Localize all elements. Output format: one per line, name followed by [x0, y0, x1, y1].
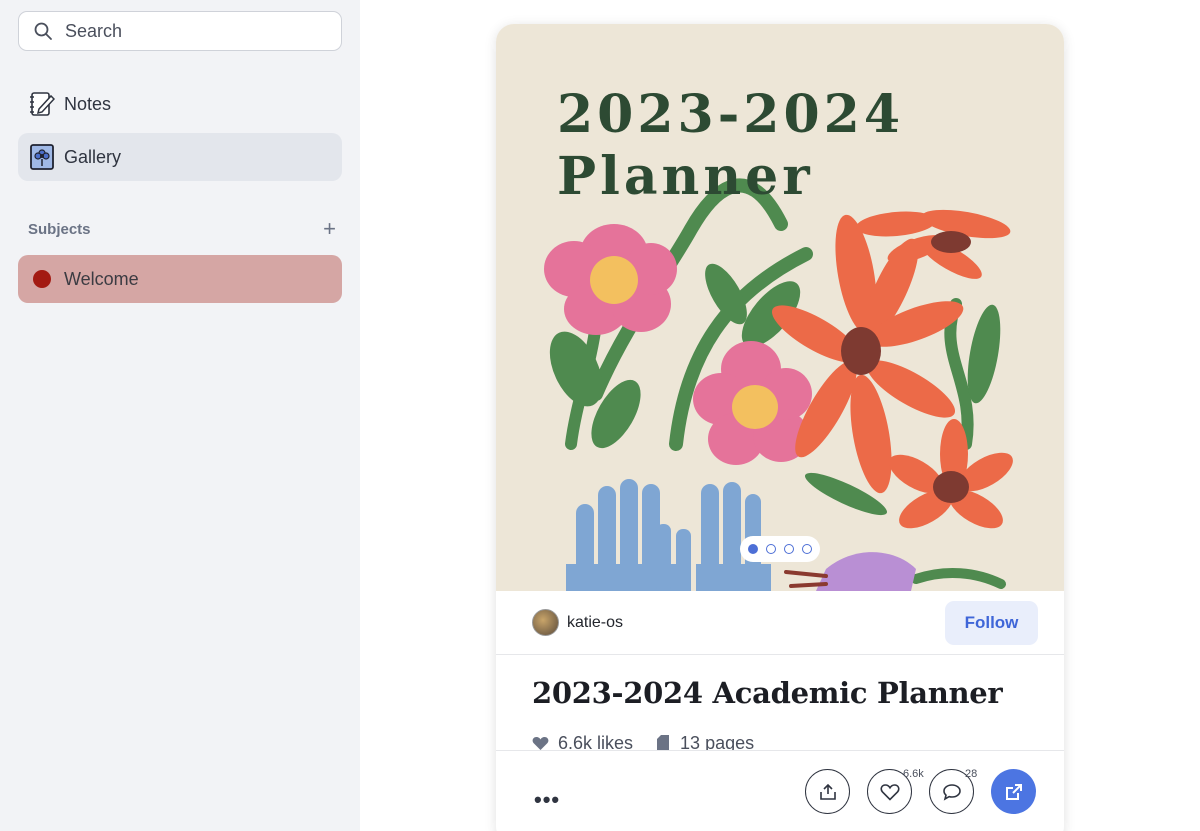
cover-title-line2: Planner	[557, 146, 814, 207]
cover-title: 2023-2024 Planner	[557, 84, 904, 208]
page-indicator[interactable]	[740, 536, 820, 562]
share-icon	[819, 783, 836, 800]
page-dot-1[interactable]	[748, 544, 758, 554]
subject-item-welcome[interactable]: Welcome	[18, 255, 342, 303]
sidebar-item-gallery[interactable]: Gallery	[18, 133, 342, 181]
gallery-card: 2023-2024 Planner katie-os Follow 2023-2…	[496, 24, 1064, 831]
gallery-flower-icon	[29, 143, 55, 171]
app: Notes Gallery Subjects + Welcome	[0, 0, 1200, 831]
sidebar: Notes Gallery Subjects + Welcome	[0, 0, 360, 831]
sidebar-item-label: Gallery	[64, 146, 122, 167]
page-dot-2[interactable]	[766, 544, 776, 554]
subjects-header: Subjects +	[28, 218, 342, 240]
comment-icon	[942, 783, 961, 801]
search-input[interactable]	[65, 20, 325, 42]
heart-icon	[532, 736, 549, 750]
page-icon	[657, 735, 670, 751]
open-button[interactable]	[991, 769, 1036, 814]
sidebar-item-notes[interactable]: Notes	[18, 80, 342, 128]
heart-icon	[879, 783, 900, 801]
search-box[interactable]	[18, 11, 342, 51]
comment-count: 28	[965, 768, 978, 780]
page-dot-4[interactable]	[802, 544, 812, 554]
page-dot-3[interactable]	[784, 544, 794, 554]
author-name[interactable]: katie-os	[567, 614, 623, 632]
cover-image[interactable]: 2023-2024 Planner	[496, 24, 1064, 591]
sidebar-item-label: Notes	[64, 93, 112, 114]
ellipsis-icon[interactable]: •••	[534, 787, 560, 813]
like-count: 6.6k	[903, 768, 924, 780]
follow-button[interactable]: Follow	[945, 601, 1038, 645]
cover-title-line1: 2023-2024	[557, 84, 905, 145]
document-title: 2023-2024 Academic Planner	[532, 676, 1003, 710]
action-bar: ••• 6.6k 28	[496, 750, 1064, 831]
author-row: katie-os Follow	[496, 591, 1064, 655]
subjects-heading: Subjects	[28, 220, 91, 238]
plus-icon[interactable]: +	[323, 218, 336, 240]
open-external-icon	[1005, 783, 1022, 800]
notebook-pen-icon	[29, 90, 55, 118]
subject-label: Welcome	[64, 268, 139, 289]
avatar[interactable]	[532, 609, 559, 636]
subject-color-dot	[33, 270, 51, 288]
share-button[interactable]	[805, 769, 850, 814]
search-icon	[34, 22, 52, 40]
